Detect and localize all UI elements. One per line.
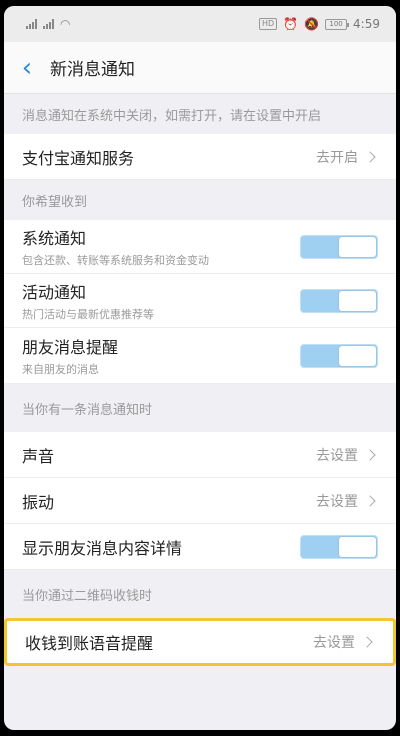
chevron-right-icon: [361, 636, 373, 648]
sound-row[interactable]: 声音 去设置: [4, 432, 396, 478]
sound-label: 声音: [22, 446, 55, 466]
sound-action-text: 去设置: [316, 447, 358, 464]
voice-reminder-row[interactable]: 收钱到账语音提醒 去设置: [4, 618, 396, 666]
friend-message-row: 朋友消息提醒 来自朋友的消息: [4, 328, 396, 384]
section-header-receive: 你希望收到: [22, 194, 88, 210]
system-notice-sub: 包含还款、转账等系统服务和资金变动: [22, 254, 209, 267]
chevron-right-icon: [364, 150, 376, 163]
voice-reminder-action[interactable]: 去设置: [313, 632, 375, 652]
status-bar: ◠ HD ⏰ 🔕 100 4:59: [4, 6, 396, 42]
show-details-label: 显示朋友消息内容详情: [22, 538, 183, 558]
activity-notice-toggle[interactable]: [300, 288, 378, 313]
vibration-action[interactable]: 去设置: [316, 491, 378, 511]
friend-message-label: 朋友消息提醒: [22, 338, 119, 357]
chevron-right-icon: [364, 448, 376, 461]
voice-reminder-action-text: 去设置: [313, 635, 355, 651]
system-notice-toggle[interactable]: [300, 234, 378, 259]
toggle-knob: [339, 345, 376, 366]
toggle-knob: [339, 536, 376, 557]
activity-notice-row: 活动通知 热门活动与最新优惠推荐等: [4, 274, 396, 328]
friend-message-text: 朋友消息提醒 来自朋友的消息: [22, 334, 118, 377]
voice-reminder-label: 收钱到账语音提醒: [25, 634, 154, 653]
alipay-service-label: 支付宝通知服务: [22, 148, 135, 168]
alarm-icon: ⏰: [283, 17, 299, 31]
friend-message-sub: 来自朋友的消息: [22, 363, 99, 376]
clock-time: 4:59: [353, 17, 380, 31]
mute-icon: 🔕: [304, 17, 320, 31]
section-header-notice: 消息通知在系统中关闭，如需打开，请在设置中开启: [22, 108, 322, 124]
toggle-knob: [339, 236, 376, 257]
show-details-toggle[interactable]: [300, 534, 378, 559]
activity-notice-sub: 热门活动与最新优惠推荐等: [22, 308, 154, 321]
section-header-when-notify: 当你有一条消息通知时: [22, 402, 153, 418]
signal-icon-secondary: [43, 19, 54, 29]
system-notice-text: 系统通知 包含还款、转账等系统服务和资金变动: [22, 225, 209, 268]
chevron-right-icon: [364, 494, 376, 507]
show-details-row: 显示朋友消息内容详情: [4, 524, 396, 570]
battery-icon: 100: [325, 18, 350, 30]
friend-message-toggle[interactable]: [300, 343, 378, 368]
screen: ◠ HD ⏰ 🔕 100 4:59 ‹ 新消息通知 消息通知在系统中关闭，如需打…: [4, 6, 396, 730]
section-header-qr-receive: 当你通过二维码收钱时: [22, 588, 153, 604]
activity-notice-text: 活动通知 热门活动与最新优惠推荐等: [22, 279, 154, 322]
back-chevron-icon[interactable]: ‹: [4, 42, 50, 94]
activity-notice-label: 活动通知: [22, 283, 87, 302]
nav-bar: ‹ 新消息通知: [4, 42, 396, 94]
page-title: 新消息通知: [50, 60, 135, 80]
status-right: HD ⏰ 🔕 100 4:59: [258, 17, 380, 31]
alipay-service-action[interactable]: 去开启: [316, 147, 378, 167]
vibration-action-text: 去设置: [316, 493, 358, 510]
alipay-service-row[interactable]: 支付宝通知服务 去开启: [4, 134, 396, 180]
vibration-row[interactable]: 振动 去设置: [4, 478, 396, 524]
status-left: ◠: [26, 17, 70, 31]
system-notice-label: 系统通知: [22, 229, 87, 248]
hd-badge: HD: [258, 18, 278, 30]
signal-icon: [26, 19, 37, 29]
vibration-label: 振动: [22, 492, 55, 512]
alipay-service-action-text: 去开启: [316, 149, 358, 166]
system-notice-row: 系统通知 包含还款、转账等系统服务和资金变动: [4, 220, 396, 274]
toggle-knob: [339, 290, 376, 311]
sound-action[interactable]: 去设置: [316, 445, 378, 465]
wifi-icon: ◠: [60, 17, 71, 31]
